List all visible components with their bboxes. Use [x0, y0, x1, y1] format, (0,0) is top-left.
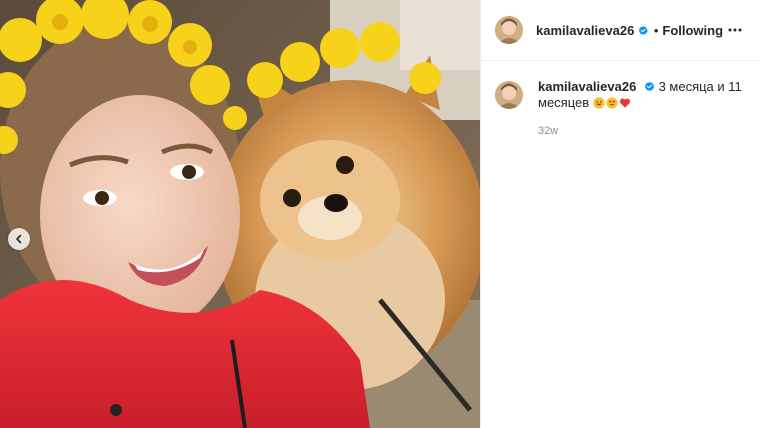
- following-button[interactable]: Following: [662, 23, 723, 38]
- avatar-image: [495, 81, 523, 109]
- post-timestamp[interactable]: 32w: [538, 125, 743, 137]
- heart-eyes-face-icon: [606, 97, 618, 109]
- author-username[interactable]: kamilavalieva26: [536, 23, 634, 38]
- author-avatar[interactable]: [495, 16, 523, 44]
- red-heart-icon: [619, 98, 630, 108]
- more-horizontal-icon: [728, 28, 742, 32]
- caption-body: kamilavalieva26 3 месяца и 11 месяцев 32…: [538, 79, 743, 137]
- post-header: kamilavalieva26 • Following: [481, 0, 760, 61]
- grinning-face-icon: [593, 97, 605, 109]
- caption-text-block: kamilavalieva26 3 месяца и 11 месяцев: [538, 79, 743, 111]
- verified-badge-icon: [639, 25, 648, 35]
- caption-username[interactable]: kamilavalieva26: [538, 79, 636, 94]
- avatar-image: [495, 16, 523, 44]
- carousel-prev-button[interactable]: [8, 228, 30, 250]
- instagram-post: kamilavalieva26 • Following kamilavaliev…: [0, 0, 760, 428]
- post-photo: [0, 0, 480, 428]
- verified-badge-icon: [644, 81, 654, 92]
- chevron-left-icon: [16, 234, 22, 244]
- more-options-button[interactable]: [723, 18, 746, 42]
- caption-comment: kamilavalieva26 3 месяца и 11 месяцев 32…: [481, 61, 760, 137]
- caption-avatar[interactable]: [495, 81, 523, 109]
- header-separator: •: [653, 22, 659, 38]
- post-details-panel: kamilavalieva26 • Following kamilavaliev…: [480, 0, 760, 428]
- post-media[interactable]: [0, 0, 480, 428]
